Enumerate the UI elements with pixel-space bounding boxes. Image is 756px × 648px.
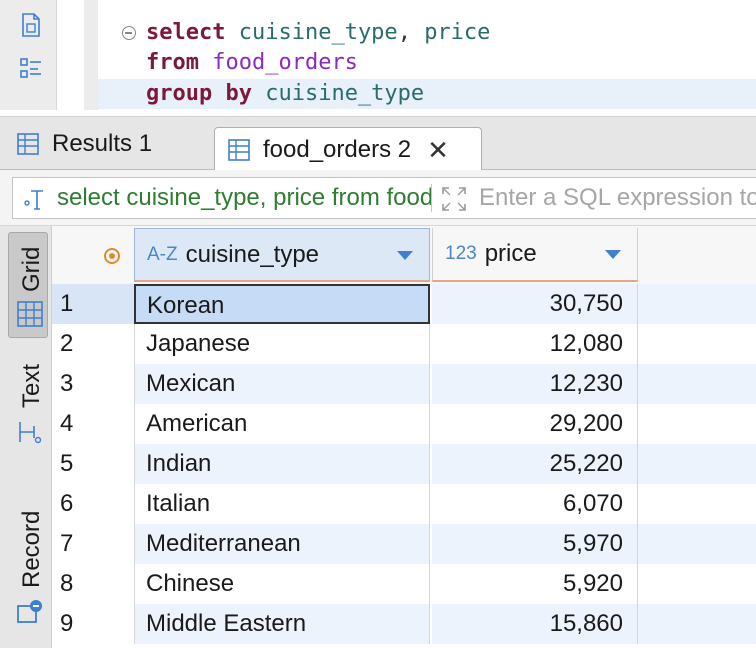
row-number[interactable]: 5 [52, 444, 134, 484]
keyword-from: from [146, 50, 199, 75]
cell-price[interactable]: 30,750 [432, 284, 638, 324]
cell-cuisine-type[interactable]: Korean [134, 284, 430, 324]
cell-cuisine-type[interactable]: Mediterranean [134, 524, 430, 564]
column-header-cuisine-type[interactable]: A-Z cuisine_type [134, 228, 430, 282]
table-row[interactable]: 8 Chinese 5,920 [52, 564, 756, 604]
empty-cell [638, 404, 756, 444]
tab-label: Results 1 [52, 129, 153, 157]
text-icon[interactable] [16, 418, 44, 446]
results-tab-bar: Results 1 food_orders 2 ✕ [0, 116, 756, 171]
select-all-icon[interactable] [104, 248, 120, 264]
cell-price[interactable]: 6,070 [432, 484, 638, 524]
row-number[interactable]: 8 [52, 564, 134, 604]
filter-box: select cuisine_type, price from food_ord… [12, 177, 756, 219]
script-file-icon[interactable] [18, 12, 44, 38]
sort-dropdown-icon[interactable] [397, 251, 413, 260]
record-icon[interactable] [16, 598, 44, 626]
record-view-label[interactable]: Record [18, 511, 46, 588]
row-number[interactable]: 4 [52, 404, 134, 444]
editor-ruler [84, 0, 98, 110]
cell-price[interactable]: 25,220 [432, 444, 638, 484]
tab-food-orders-2[interactable]: food_orders 2 ✕ [214, 127, 482, 171]
cell-price[interactable]: 29,200 [432, 404, 638, 444]
column-label: cuisine_type [185, 240, 320, 268]
cell-cuisine-type[interactable]: Mexican [134, 364, 430, 404]
empty-cell [638, 324, 756, 364]
table-row[interactable]: 3 Mexican 12,230 [52, 364, 756, 404]
table-row[interactable]: 6 Italian 6,070 [52, 484, 756, 524]
row-number[interactable]: 7 [52, 524, 134, 564]
results-grid: A-Z cuisine_type 123 price 1 Korean 30,7… [52, 226, 756, 648]
editor-gutter [0, 0, 57, 110]
numeric-type-icon: 123 [445, 243, 477, 264]
cell-price[interactable]: 5,920 [432, 564, 638, 604]
empty-cell [638, 444, 756, 484]
keyword-select: select [146, 20, 226, 45]
tab-label: food_orders 2 [263, 135, 412, 163]
view-switcher-panel: Grid Text Record [0, 226, 52, 648]
empty-cell [638, 484, 756, 524]
empty-cell [638, 604, 756, 644]
grid-view-label[interactable]: Grid [18, 247, 46, 292]
table-row[interactable]: 7 Mediterranean 5,970 [52, 524, 756, 564]
cell-cuisine-type[interactable]: Japanese [134, 324, 430, 364]
filter-expression-input[interactable] [479, 178, 756, 218]
cell-price[interactable]: 12,230 [432, 364, 638, 404]
sort-dropdown-icon[interactable] [605, 250, 621, 259]
table-icon [228, 138, 250, 161]
code-line-3: group by cuisine_type [98, 79, 756, 109]
cell-cuisine-type[interactable]: Italian [134, 484, 430, 524]
column-header-price[interactable]: 123 price [432, 228, 638, 282]
cell-price[interactable]: 5,970 [432, 524, 638, 564]
grid-header: A-Z cuisine_type 123 price [52, 226, 756, 284]
sql-code[interactable]: select cuisine_type, price from food_ord… [98, 0, 756, 110]
text-type-icon: A-Z [147, 243, 178, 265]
table-row[interactable]: 9 Middle Eastern 15,860 [52, 604, 756, 644]
code-line-2: from food_orders [146, 48, 358, 78]
cell-price[interactable]: 12,080 [432, 324, 638, 364]
filter-divider [431, 184, 432, 212]
expand-icon[interactable] [441, 186, 467, 212]
code-line-1: select cuisine_type, price [146, 18, 490, 48]
table-icon [17, 132, 39, 155]
table-name: food_orders [212, 50, 358, 75]
column-label: price [484, 240, 537, 267]
cell-cuisine-type[interactable]: Middle Eastern [134, 604, 430, 644]
cell-cuisine-type[interactable]: Indian [134, 444, 430, 484]
grid-icon[interactable] [16, 300, 44, 328]
table-row[interactable]: 4 American 29,200 [52, 404, 756, 444]
row-number[interactable]: 9 [52, 604, 134, 644]
comma: , [397, 20, 411, 45]
table-row[interactable]: 5 Indian 25,220 [52, 444, 756, 484]
empty-cell [638, 524, 756, 564]
sql-query-icon [24, 190, 43, 210]
row-number[interactable]: 6 [52, 484, 134, 524]
close-tab-icon[interactable]: ✕ [427, 137, 449, 163]
empty-cell [638, 564, 756, 604]
outline-icon[interactable] [18, 56, 44, 82]
empty-cell [638, 364, 756, 404]
table-row[interactable]: 1 Korean 30,750 [52, 284, 756, 324]
keyword-group-by: group by [146, 81, 252, 106]
cell-cuisine-type[interactable]: Chinese [134, 564, 430, 604]
identifier-price: price [424, 20, 491, 45]
row-number[interactable]: 1 [52, 284, 134, 324]
cell-price[interactable]: 15,860 [432, 604, 638, 644]
tab-results-1[interactable]: Results 1 [16, 117, 206, 170]
cell-cuisine-type[interactable]: American [134, 404, 430, 444]
row-number[interactable]: 3 [52, 364, 134, 404]
row-number[interactable]: 2 [52, 324, 134, 364]
sql-editor[interactable]: select cuisine_type, price from food_ord… [0, 0, 756, 116]
filter-bar: select cuisine_type, price from food_ord… [0, 170, 756, 226]
identifier-group-column: cuisine_type [265, 81, 425, 106]
empty-cell [638, 284, 756, 324]
row-number-header[interactable] [52, 226, 134, 284]
text-view-label[interactable]: Text [18, 364, 46, 408]
filter-query-text[interactable]: select cuisine_type, price from food_ord… [57, 178, 431, 218]
table-row[interactable]: 2 Japanese 12,080 [52, 324, 756, 364]
identifier-cuisine-type: cuisine_type [238, 20, 398, 45]
